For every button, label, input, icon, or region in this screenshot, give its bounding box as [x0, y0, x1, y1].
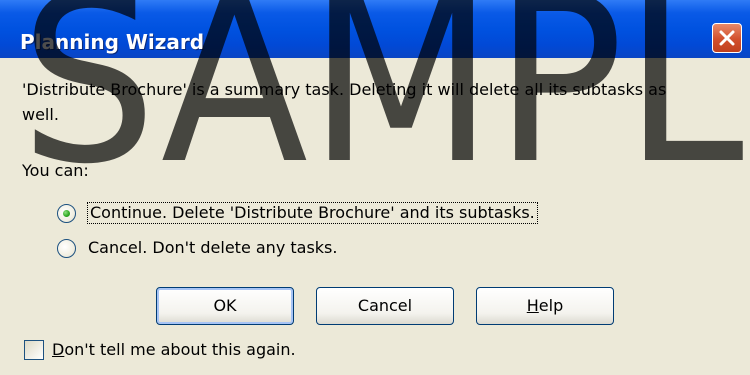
- dont-tell-checkbox[interactable]: [24, 340, 44, 360]
- help-button[interactable]: Help: [476, 287, 614, 325]
- ok-button[interactable]: OK: [156, 287, 294, 325]
- continue-radio[interactable]: [57, 204, 76, 223]
- continue-option-label[interactable]: Continue. Delete 'Distribute Brochure' a…: [87, 202, 538, 224]
- dont-tell-mnemonic: D: [52, 340, 65, 359]
- help-label-rest: elp: [538, 296, 564, 315]
- message-line-1: 'Distribute Brochure' is a summary task.…: [22, 80, 667, 99]
- planning-wizard-dialog: Planning Wizard 'Distribute Brochure' is…: [0, 0, 750, 375]
- title-bar[interactable]: Planning Wizard: [0, 0, 750, 58]
- dont-tell-label[interactable]: Don't tell me about this again.: [52, 340, 296, 359]
- close-button[interactable]: [712, 23, 742, 53]
- window-title: Planning Wizard: [20, 30, 205, 54]
- cancel-button[interactable]: Cancel: [316, 287, 454, 325]
- cancel-radio[interactable]: [57, 239, 76, 258]
- help-mnemonic: H: [526, 296, 539, 315]
- message-line-2: well.: [22, 105, 59, 124]
- prompt-label: You can:: [22, 161, 89, 180]
- dont-tell-label-rest: on't tell me about this again.: [64, 340, 296, 359]
- cancel-option-label[interactable]: Cancel. Don't delete any tasks.: [88, 238, 337, 257]
- radio-selected-dot: [63, 210, 70, 217]
